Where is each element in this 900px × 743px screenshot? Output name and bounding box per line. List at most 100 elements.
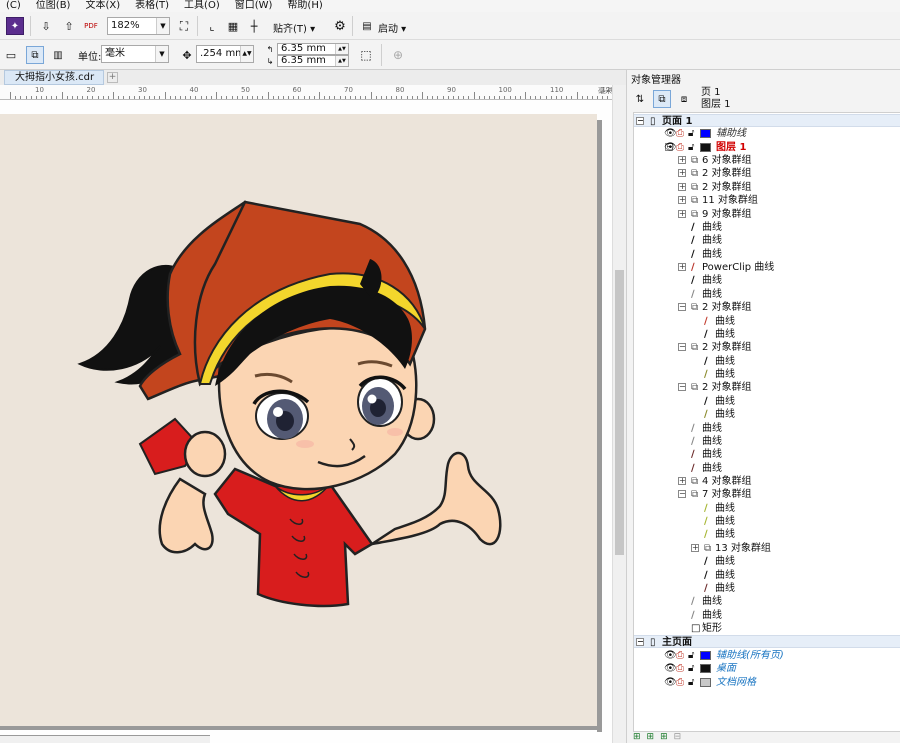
collapse-icon[interactable]: −	[678, 383, 686, 392]
launch-menu[interactable]: 启动 ▾	[378, 20, 406, 35]
layer-color-swatch[interactable]	[700, 677, 711, 687]
lock-icon[interactable]: 🔓︎	[688, 649, 694, 662]
unit-select[interactable]: 毫米 ▼	[101, 45, 169, 63]
tree-object-row[interactable]: + ⧉ 13 对象群组	[634, 542, 900, 555]
expand-icon[interactable]: +	[678, 156, 686, 165]
tree-page-row[interactable]: − ▯ 主页面	[634, 635, 900, 649]
tree-layer-row[interactable]: − 👁 ⎙ 🔓︎ 图层 1	[634, 141, 900, 154]
tree-object-row[interactable]: ∕ 曲线	[634, 395, 900, 408]
tree-object-row[interactable]: ∕ 曲线	[634, 595, 900, 608]
scrollbar-thumb[interactable]	[615, 270, 624, 555]
tree-object-row[interactable]: ∕ 曲线	[634, 582, 900, 595]
print-icon[interactable]: ⎙	[676, 141, 684, 154]
eye-icon[interactable]: 👁	[664, 127, 677, 140]
delete-icon[interactable]: ⊟	[674, 732, 682, 743]
tree-layer-row[interactable]: 👁 ⎙ 🔓︎ 辅助线	[634, 127, 900, 140]
new-tab-button[interactable]: +	[107, 72, 118, 83]
tree-object-row[interactable]: + ⧉ 2 对象群组	[634, 167, 900, 180]
tree-object-row[interactable]: + ⧉ 4 对象群组	[634, 475, 900, 488]
lock-icon[interactable]: 🔓︎	[688, 676, 694, 689]
tree-object-row[interactable]: ∕ 曲线	[634, 248, 900, 261]
tree-page-row[interactable]: − ▯ 页面 1	[634, 114, 900, 127]
tree-object-row[interactable]: □ 矩形	[634, 622, 900, 635]
menu-item-text[interactable]: 文本(X)	[79, 0, 129, 12]
horizontal-scrollbar[interactable]	[0, 735, 210, 743]
tree-object-row[interactable]: ∕ 曲线	[634, 515, 900, 528]
show-grid-icon[interactable]: ▦	[224, 17, 242, 35]
spinner-icon[interactable]: ▲▼	[240, 46, 253, 62]
tree-object-row[interactable]: ∕ 曲线	[634, 328, 900, 341]
menu-item-table[interactable]: 表格(T)	[129, 0, 178, 12]
expand-icon[interactable]: +	[678, 476, 686, 485]
spinner-icon[interactable]: ▲▼	[335, 44, 348, 54]
new-layer-icon[interactable]: ⊞	[633, 732, 641, 743]
add-icon[interactable]: ⊕	[389, 46, 407, 64]
tree-object-row[interactable]: − ⧉ 2 对象群组	[634, 341, 900, 354]
options-icon[interactable]: ⇅	[631, 90, 649, 108]
page-size-icon[interactable]: ▭	[2, 46, 20, 64]
layer-color-swatch[interactable]	[700, 129, 711, 139]
collapse-icon[interactable]: −	[636, 117, 644, 125]
document-tab[interactable]: 大拇指小女孩.cdr	[4, 70, 104, 85]
show-properties-icon[interactable]: ⧉	[653, 90, 671, 108]
expand-icon[interactable]: +	[678, 209, 686, 218]
tree-object-row[interactable]: + ⧉ 6 对象群组	[634, 154, 900, 167]
lock-icon[interactable]: 🔓︎	[688, 127, 694, 140]
horizontal-ruler[interactable]: 10 20 30 40 50 60 70 80 90 100 110 120 毫米	[0, 85, 615, 100]
expand-icon[interactable]: +	[678, 263, 686, 272]
show-guidelines-icon[interactable]: ┼	[245, 17, 263, 35]
gear-icon[interactable]: ⚙	[331, 17, 349, 35]
launch-icon[interactable]: ▤	[358, 17, 376, 35]
collapse-icon[interactable]: −	[678, 490, 686, 499]
menu-item-tools[interactable]: 工具(O)	[178, 0, 229, 12]
object-tree[interactable]: − ▯ 页面 1 👁 ⎙ 🔓︎ 辅助线 − 👁 ⎙ 🔓︎ 图层 1 + ⧉ 6 对象群组 + ⧉ 2 对象群组 + ⧉…	[633, 112, 900, 732]
tree-object-row[interactable]: ∕ 曲线	[634, 422, 900, 435]
tree-object-row[interactable]: − ⧉ 2 对象群组	[634, 301, 900, 314]
tree-object-row[interactable]: ∕ 曲线	[634, 288, 900, 301]
publish-pdf-icon[interactable]: PDF	[82, 17, 100, 35]
tree-object-row[interactable]: + ⧉ 9 对象群组	[634, 208, 900, 221]
tree-object-row[interactable]: ∕ 曲线	[634, 435, 900, 448]
menu-item-help[interactable]: 帮助(H)	[281, 0, 331, 12]
tree-object-row[interactable]: ∕ 曲线	[634, 555, 900, 568]
tree-object-row[interactable]: + ∕ PowerClip 曲线	[634, 261, 900, 274]
tree-object-row[interactable]: ∕ 曲线	[634, 609, 900, 622]
collapse-icon[interactable]: −	[636, 638, 644, 647]
duplicate-distance-x-input[interactable]: 6.35 mm ▲▼	[277, 43, 349, 55]
nudge-distance-input[interactable]: .254 mm ▲▼	[196, 45, 254, 63]
bounding-box-icon[interactable]: ⬚	[357, 46, 375, 64]
tree-object-row[interactable]: ∕ 曲线	[634, 315, 900, 328]
treat-as-filled-icon[interactable]: ⧉	[26, 46, 44, 64]
drawing-canvas[interactable]	[0, 100, 612, 743]
expand-icon[interactable]: +	[678, 196, 686, 205]
tree-object-row[interactable]: ∕ 曲线	[634, 221, 900, 234]
tree-object-row[interactable]: − ⧉ 7 对象群组	[634, 488, 900, 501]
show-rulers-icon[interactable]: ⌞	[203, 17, 221, 35]
lock-icon[interactable]: 🔓︎	[688, 141, 694, 154]
tree-object-row[interactable]: ∕ 曲线	[634, 355, 900, 368]
girl-illustration[interactable]	[0, 114, 597, 726]
tree-object-row[interactable]: ∕ 曲线	[634, 462, 900, 475]
tree-object-row[interactable]: ∕ 曲线	[634, 408, 900, 421]
expand-icon[interactable]: +	[691, 543, 699, 552]
print-icon[interactable]: ⎙	[676, 662, 684, 675]
tree-object-row[interactable]: + ⧉ 11 对象群组	[634, 194, 900, 207]
zoom-level-select[interactable]: 182% ▼	[107, 17, 170, 35]
edit-across-layers-icon[interactable]: ⧈	[675, 90, 693, 108]
print-icon[interactable]: ⎙	[676, 127, 684, 140]
tree-object-row[interactable]: ∕ 曲线	[634, 528, 900, 541]
spinner-icon[interactable]: ▲▼	[335, 56, 348, 66]
collapse-icon[interactable]: −	[678, 303, 686, 312]
align-bars-icon[interactable]: ▥	[49, 46, 67, 64]
tree-object-row[interactable]: ∕ 曲线	[634, 274, 900, 287]
tree-object-row[interactable]: ∕ 曲线	[634, 569, 900, 582]
layer-color-swatch[interactable]	[700, 664, 711, 674]
tree-layer-row[interactable]: 👁 ⎙ 🔓︎ 桌面	[634, 662, 900, 675]
layer-color-swatch[interactable]	[700, 142, 711, 152]
tree-object-row[interactable]: ∕ 曲线	[634, 234, 900, 247]
tree-layer-row[interactable]: 👁 ⎙ 🔓︎ 文档网格	[634, 676, 900, 689]
menu-item-window[interactable]: 窗口(W)	[229, 0, 282, 12]
tree-object-row[interactable]: ∕ 曲线	[634, 448, 900, 461]
eye-icon[interactable]: 👁	[664, 676, 677, 689]
eye-icon[interactable]: 👁	[664, 141, 677, 154]
